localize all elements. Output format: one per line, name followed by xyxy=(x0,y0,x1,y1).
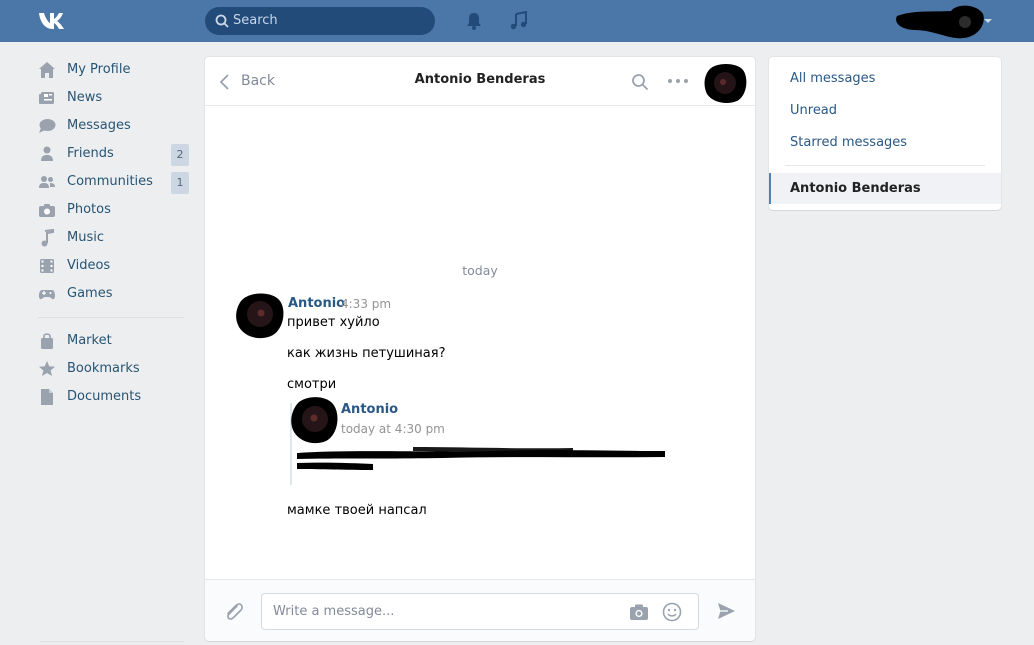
conversation-name: Antonio Benderas xyxy=(790,181,921,196)
sidebar-divider xyxy=(38,317,184,318)
sidebar-item-label: Bookmarks xyxy=(67,361,140,376)
forwarded-author[interactable]: Antonio xyxy=(341,402,398,417)
messages-filter-panel: All messages Unread Starred messages Ant… xyxy=(769,57,1001,210)
search-icon xyxy=(215,14,229,28)
bell-icon[interactable] xyxy=(464,11,484,31)
message-text: смотри xyxy=(287,377,337,392)
sidebar-item-label: Documents xyxy=(67,389,142,404)
document-icon xyxy=(41,389,53,405)
sidebar-item-games[interactable]: Games xyxy=(38,280,190,308)
emoji-icon[interactable] xyxy=(662,602,682,622)
bag-icon xyxy=(41,333,53,349)
newspaper-icon xyxy=(39,92,54,104)
sidebar-item-videos[interactable]: Videos xyxy=(38,252,190,280)
sidebar-item-label: Market xyxy=(67,333,112,348)
sidebar-item-photos[interactable]: Photos xyxy=(38,196,190,224)
filter-starred-messages[interactable]: Starred messages xyxy=(790,135,907,150)
sidebar-item-label: Friends xyxy=(67,146,114,161)
sidebar-item-news[interactable]: News xyxy=(38,84,190,112)
search-box[interactable]: Search xyxy=(205,7,435,35)
search-placeholder: Search xyxy=(233,13,278,28)
conversation-item-active[interactable]: Antonio Benderas xyxy=(769,173,1001,204)
send-icon[interactable] xyxy=(716,601,736,621)
message-text: мамке твоей напсал xyxy=(287,503,427,518)
music-note-icon[interactable] xyxy=(509,11,529,31)
sidebar-item-my-profile[interactable]: My Profile xyxy=(38,56,190,84)
paperclip-icon[interactable] xyxy=(223,601,245,623)
people-icon xyxy=(39,176,55,188)
forwarded-time[interactable]: today at 4:30 pm xyxy=(341,422,445,436)
sidebar-item-messages[interactable]: Messages xyxy=(38,112,190,140)
message-input[interactable] xyxy=(262,594,622,629)
sidebar-item-label: News xyxy=(67,90,103,105)
sidebar-item-label: My Profile xyxy=(67,62,131,77)
message-author[interactable]: Antonio xyxy=(288,296,345,311)
sidebar-item-communities[interactable]: Communities 1 xyxy=(38,168,190,196)
vk-logo[interactable] xyxy=(38,10,74,32)
back-label: Back xyxy=(241,73,275,89)
message-text: привет хуйло xyxy=(287,315,380,330)
person-icon xyxy=(41,146,53,161)
message-input-box[interactable] xyxy=(261,593,699,630)
sidebar-item-label: Communities xyxy=(67,174,153,189)
avatar[interactable] xyxy=(235,291,285,339)
chat-panel: Back Antonio Benderas today Antonio 4:33… xyxy=(205,57,755,641)
chat-bubble-icon xyxy=(39,119,56,133)
sidebar-item-label: Games xyxy=(67,286,113,301)
top-bar: Search xyxy=(0,0,1034,42)
more-options-icon[interactable] xyxy=(667,77,689,85)
left-sidebar: My Profile News Messages Friends 2 Commu… xyxy=(38,56,190,411)
date-separator: today xyxy=(462,263,498,278)
message-composer xyxy=(205,579,755,641)
film-icon xyxy=(40,259,54,273)
sidebar-item-label: Messages xyxy=(67,118,131,133)
music-note-icon xyxy=(41,229,54,247)
gamepad-icon xyxy=(38,290,56,300)
redacted-text-scribble xyxy=(297,447,665,470)
sidebar-footer-divider xyxy=(40,641,184,642)
home-icon xyxy=(39,62,55,78)
avatar[interactable] xyxy=(703,62,747,104)
chat-header: Back Antonio Benderas xyxy=(205,57,755,106)
filter-unread[interactable]: Unread xyxy=(790,103,837,118)
sidebar-item-bookmarks[interactable]: Bookmarks xyxy=(38,355,190,383)
sidebar-item-market[interactable]: Market xyxy=(38,327,190,355)
search-icon[interactable] xyxy=(631,73,649,91)
sidebar-item-label: Music xyxy=(67,230,104,245)
sidebar-item-documents[interactable]: Documents xyxy=(38,383,190,411)
count-badge: 1 xyxy=(171,172,189,194)
user-avatar-menu[interactable] xyxy=(893,2,985,40)
sidebar-item-friends[interactable]: Friends 2 xyxy=(38,140,190,168)
chevron-down-icon[interactable] xyxy=(984,19,992,23)
camera-icon[interactable] xyxy=(629,603,649,621)
camera-icon xyxy=(39,204,55,217)
chat-title[interactable]: Antonio Benderas xyxy=(355,72,605,87)
sidebar-item-music[interactable]: Music xyxy=(38,224,190,252)
filter-all-messages[interactable]: All messages xyxy=(790,71,875,86)
count-badge: 2 xyxy=(171,144,189,166)
sidebar-item-label: Videos xyxy=(67,258,111,273)
chevron-left-icon xyxy=(219,74,229,90)
sidebar-item-label: Photos xyxy=(67,202,111,217)
avatar[interactable] xyxy=(290,395,340,445)
panel-divider xyxy=(785,165,985,166)
message-time[interactable]: 4:33 pm xyxy=(341,297,391,311)
star-icon xyxy=(39,361,55,376)
message-text: как жизнь петушиная? xyxy=(287,346,446,361)
